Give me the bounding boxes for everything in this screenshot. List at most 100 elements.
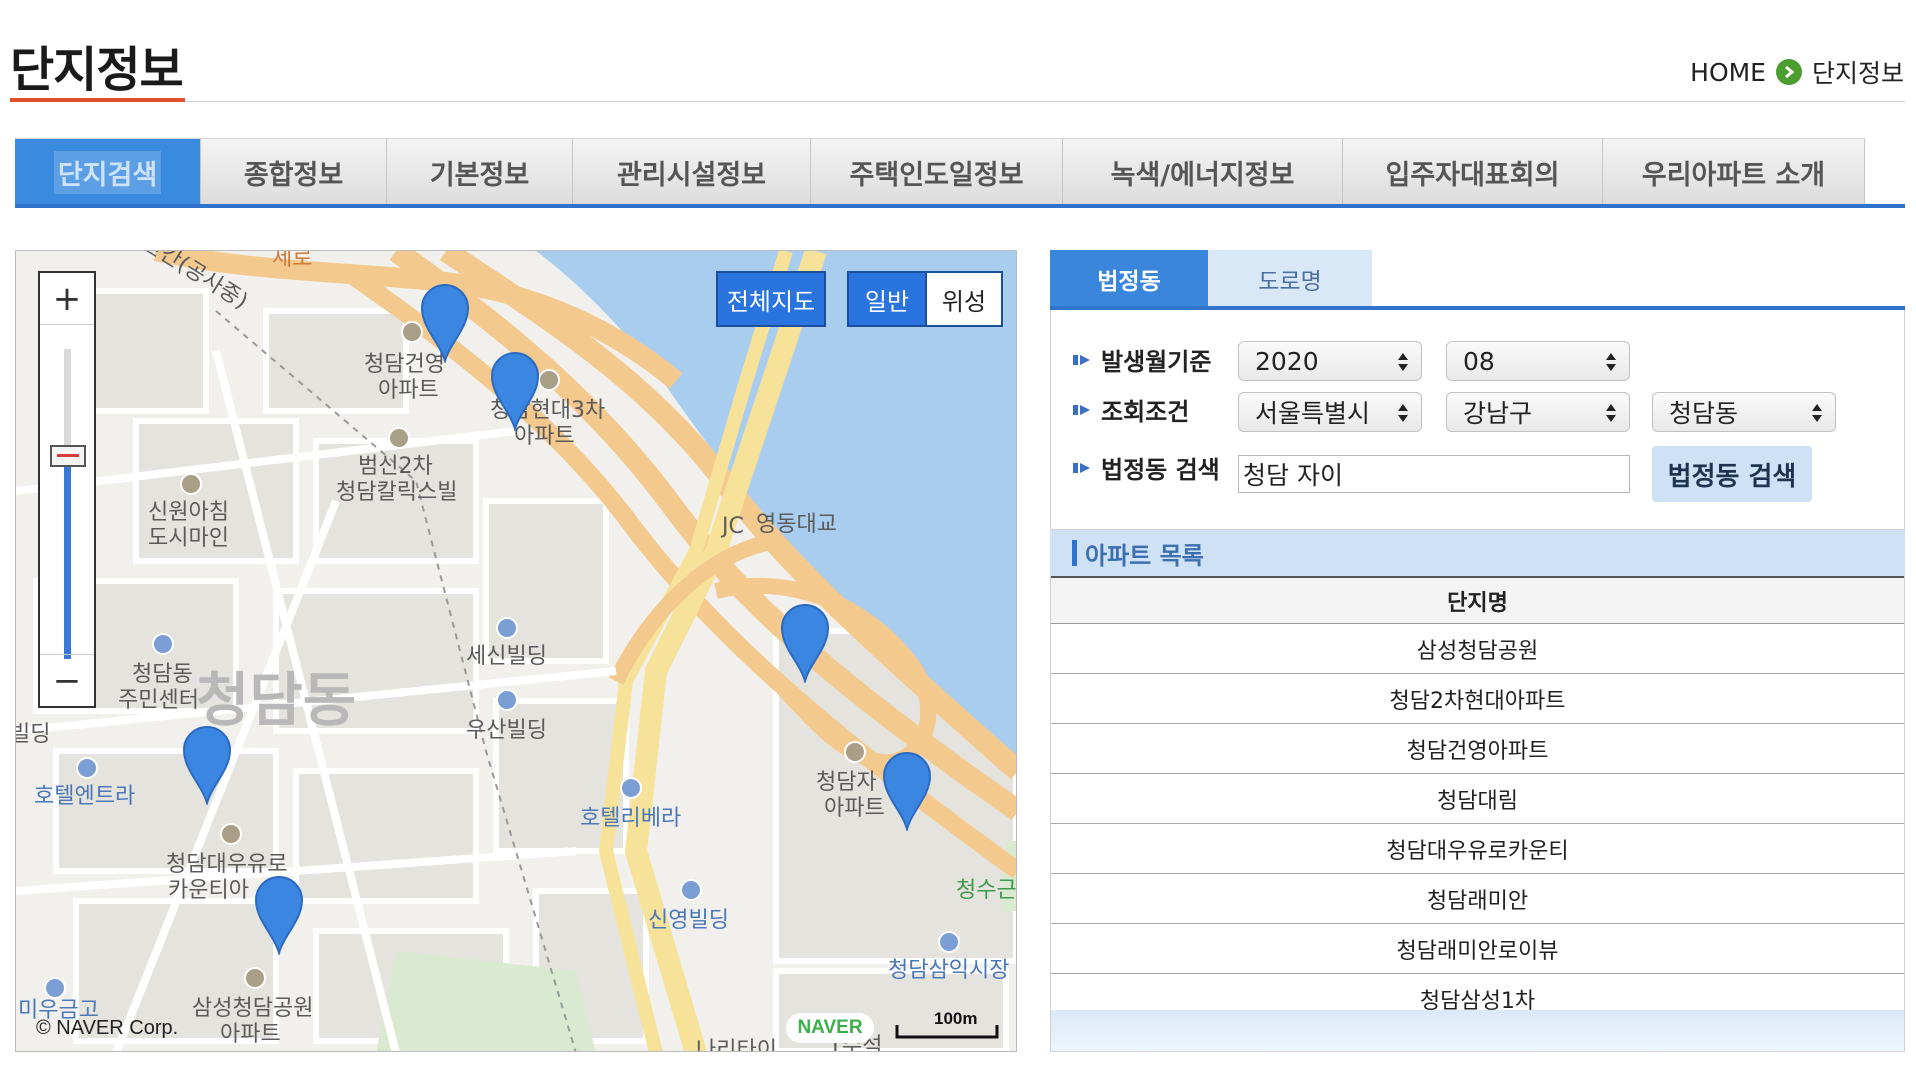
map-label-market: 청담삼익시장	[888, 958, 1010, 983]
building-poi-icon[interactable]	[680, 879, 702, 901]
list-header-bar	[1072, 540, 1077, 566]
map-label-road2: 세로	[272, 250, 313, 271]
bullet-icon	[1073, 404, 1093, 415]
title-underline	[10, 98, 185, 102]
map-label-left1: 빌딩	[16, 722, 51, 747]
map-copyright: © NAVER Corp.	[36, 1017, 179, 1039]
apartment-poi-icon[interactable]	[244, 967, 266, 989]
map-marker-icon[interactable]	[420, 283, 470, 363]
full-map-button[interactable]: 전체지도	[716, 271, 826, 327]
list-scroll-fade	[1051, 1010, 1904, 1051]
zoom-level-fill	[64, 453, 71, 659]
map-label-bldg4: 신영빌딩	[648, 908, 729, 933]
zoom-out-button[interactable]: −	[40, 654, 94, 706]
tab-facilities[interactable]: 관리시설정보	[573, 138, 811, 206]
search-row: 법정동 검색	[1073, 450, 1220, 485]
office-poi-icon[interactable]	[152, 633, 174, 655]
district-select[interactable]: 강남구	[1446, 392, 1630, 432]
dong-select[interactable]: 청담동	[1652, 392, 1836, 432]
building-poi-icon[interactable]	[496, 689, 518, 711]
tab-legal-dong[interactable]: 법정동	[1050, 250, 1208, 308]
list-item[interactable]: 청담대우유로카운티	[1051, 824, 1904, 874]
map-marker-icon[interactable]	[780, 603, 830, 683]
normal-map-button[interactable]: 일반	[847, 271, 927, 327]
search-type-tabs: 법정동 도로명	[1050, 250, 1372, 308]
bullet-icon	[1073, 462, 1093, 473]
apartment-list[interactable]: 단지명 삼성청담공원 청담2차현대아파트 청담건영아파트 청담대림 청담대우유로…	[1050, 576, 1905, 1052]
apartment-poi-icon[interactable]	[180, 473, 202, 495]
map-label-bldg2: 세신빌딩	[466, 644, 547, 669]
map-marker-icon[interactable]	[490, 351, 540, 431]
district-value: 강남구	[1463, 399, 1533, 428]
month-label: 발생월기준	[1101, 348, 1212, 376]
satellite-map-button[interactable]: 위성	[927, 271, 1003, 327]
hotel-poi-icon[interactable]	[620, 777, 642, 799]
building-poi-icon[interactable]	[496, 617, 518, 639]
select-arrows-icon	[1398, 404, 1408, 422]
city-select[interactable]: 서울특별시	[1238, 392, 1422, 432]
legal-dong-search-button[interactable]: 법정동 검색	[1652, 446, 1812, 502]
map-label-apt3a: 신원아침	[148, 500, 229, 525]
list-item[interactable]: 청담2차현대아파트	[1051, 674, 1904, 724]
list-item[interactable]: 청담래미안로이뷰	[1051, 924, 1904, 974]
select-arrows-icon	[1606, 404, 1616, 422]
breadcrumb: HOME 단지정보	[1690, 54, 1904, 90]
map-label-office1a: 청담동	[132, 662, 193, 687]
map-label-stn: 나리타이	[696, 1038, 777, 1052]
hotel-poi-icon[interactable]	[76, 757, 98, 779]
map-marker-icon[interactable]	[182, 725, 232, 805]
map-marker-icon[interactable]	[882, 751, 932, 831]
select-arrows-icon	[1606, 353, 1616, 371]
tab-road-name[interactable]: 도로명	[1208, 250, 1372, 308]
bank-poi-icon[interactable]	[44, 977, 66, 999]
map-label-apt6a: 삼성청담공원	[192, 996, 314, 1021]
map-view[interactable]: 탄간(공사중) 세로 청담건영 아파트 청담현대3차 아파트 범신2차 청담칼릭…	[15, 250, 1017, 1052]
month-row: 발생월기준	[1073, 342, 1211, 377]
map-label-apt5a: 청담자	[816, 770, 877, 795]
map-label-hotel2: 호텔리베라	[580, 806, 682, 831]
header-divider	[185, 101, 1905, 102]
market-poi-icon[interactable]	[938, 931, 960, 953]
tab-basic[interactable]: 기본정보	[387, 138, 573, 206]
map-label-dong: 청담동	[196, 666, 357, 734]
legal-dong-search-input[interactable]: 청담 자이	[1238, 455, 1630, 493]
zoom-slider-handle[interactable]	[50, 445, 86, 467]
apartment-poi-icon[interactable]	[388, 427, 410, 449]
map-label-apt1b: 아파트	[378, 378, 439, 403]
breadcrumb-home[interactable]: HOME	[1690, 58, 1766, 87]
tab-delivery[interactable]: 주택인도일정보	[811, 138, 1063, 206]
scale-label: 100m	[934, 1009, 978, 1028]
list-item[interactable]: 삼성청담공원	[1051, 624, 1904, 674]
bullet-icon	[1073, 354, 1093, 365]
list-item[interactable]: 청담건영아파트	[1051, 724, 1904, 774]
year-value: 2020	[1255, 346, 1319, 376]
apartment-poi-icon[interactable]	[538, 369, 560, 391]
dong-value: 청담동	[1669, 399, 1739, 428]
select-arrows-icon	[1398, 353, 1408, 371]
zoom-control: + −	[38, 271, 96, 708]
column-header-complex-name: 단지명	[1051, 576, 1904, 624]
apartment-poi-icon[interactable]	[844, 741, 866, 763]
map-label-jc: JC	[722, 514, 744, 539]
year-select[interactable]: 2020	[1238, 341, 1422, 381]
apartment-poi-icon[interactable]	[220, 823, 242, 845]
condition-label: 조회조건	[1101, 398, 1190, 426]
tab-summary[interactable]: 종합정보	[201, 138, 387, 206]
zoom-in-button[interactable]: +	[40, 273, 94, 325]
map-marker-icon[interactable]	[254, 875, 304, 955]
list-item[interactable]: 청담래미안	[1051, 874, 1904, 924]
map-label-bldg3: 우산빌딩	[466, 718, 547, 743]
month-select[interactable]: 08	[1446, 341, 1630, 381]
naver-logo[interactable]: NAVER	[786, 1013, 874, 1043]
tab-our-apartment[interactable]: 우리아파트 소개	[1603, 138, 1865, 206]
map-label-park: 청수근	[956, 878, 1017, 903]
list-item[interactable]: 청담대림	[1051, 774, 1904, 824]
tab-residents-council[interactable]: 입주자대표회의	[1343, 138, 1603, 206]
tab-green-energy[interactable]: 녹색/에너지정보	[1063, 138, 1343, 206]
map-label-bldg1a: 범신2차	[358, 454, 433, 479]
map-label-apt4b: 카운티아	[168, 878, 249, 903]
tab-complex-search[interactable]: 단지검색	[15, 138, 201, 206]
select-arrows-icon	[1812, 404, 1822, 422]
page-title: 단지정보	[10, 42, 184, 98]
search-label: 법정동 검색	[1101, 456, 1220, 484]
